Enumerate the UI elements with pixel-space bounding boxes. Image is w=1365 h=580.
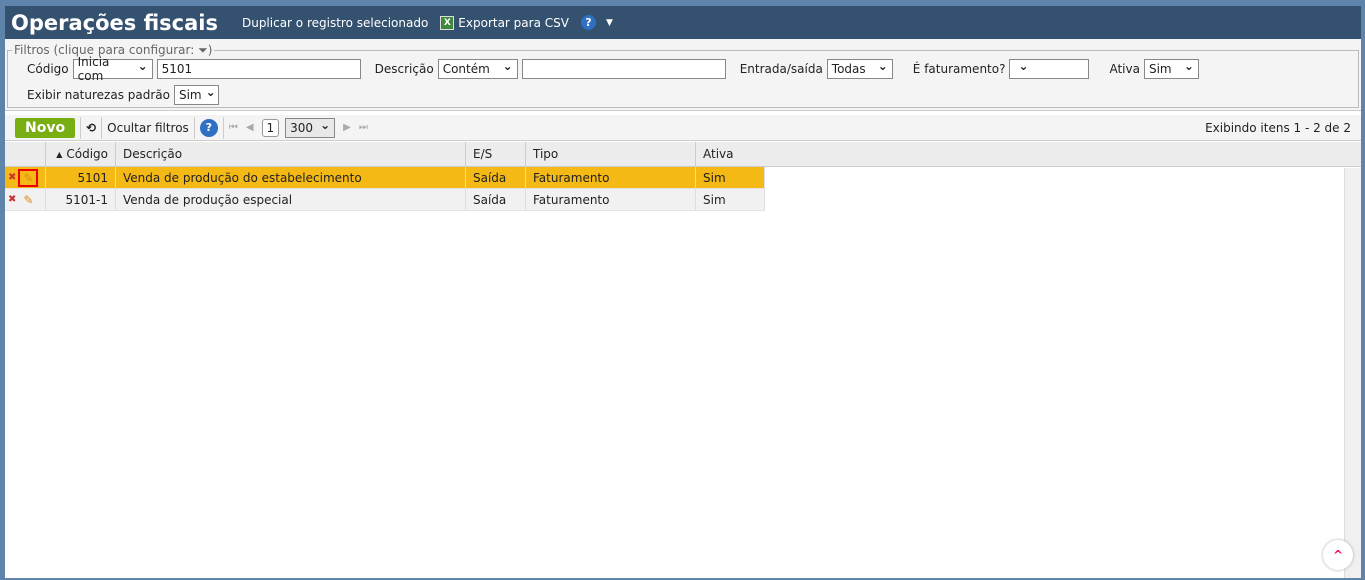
funnel-icon[interactable]: ⏷ <box>198 43 208 57</box>
col-ativa[interactable]: Ativa <box>696 142 1344 166</box>
page-number[interactable]: 1 <box>261 118 280 137</box>
cell-es: Saída <box>466 167 526 188</box>
filters-panel: Filtros (clique para configurar: ⏷) Códi… <box>5 39 1361 111</box>
col-es[interactable]: E/S <box>466 142 526 166</box>
cell-ativa: Sim <box>696 189 765 210</box>
vertical-scrollbar[interactable] <box>1344 168 1361 578</box>
last-page-icon[interactable]: ⏭ <box>359 122 368 133</box>
dropdown-icon[interactable]: ▼ <box>606 18 613 28</box>
excel-icon: X <box>440 15 455 30</box>
first-page-icon[interactable]: ⏮ <box>229 122 238 133</box>
cell-tipo: Faturamento <box>526 189 696 210</box>
faturamento-label: É faturamento? <box>912 62 1006 76</box>
next-page-icon[interactable]: ▶ <box>343 122 351 133</box>
legend-end: ) <box>207 43 213 57</box>
es-label: Entrada/saída <box>739 62 823 76</box>
page-title: Operações fiscais <box>11 10 218 35</box>
edit-icon[interactable]: ✎ <box>20 193 36 207</box>
table-row[interactable]: ✖ ✎ 5101-1 Venda de produção especial Saí… <box>5 189 765 211</box>
ativa-label: Ativa <box>1109 62 1140 76</box>
codigo-operator-select[interactable]: Inicia com <box>72 55 153 83</box>
cell-descricao: Venda de produção do estabelecimento <box>116 167 466 188</box>
descricao-label: Descrição <box>374 62 434 76</box>
window: Operações fiscais Duplicar o registro se… <box>5 6 1361 578</box>
cell-codigo: 5101-1 <box>46 189 116 210</box>
faturamento-select[interactable] <box>1009 59 1090 79</box>
export-csv-button[interactable]: X Exportar para CSV <box>440 15 569 30</box>
help-icon[interactable]: ? <box>199 118 218 137</box>
hide-filters-button[interactable]: Ocultar filtros <box>107 121 189 135</box>
edit-icon[interactable]: ✎ <box>18 168 39 187</box>
page-size-select[interactable]: 300 <box>285 117 336 138</box>
col-descricao[interactable]: Descrição <box>116 142 466 166</box>
refresh-icon[interactable]: ⟲ <box>86 121 96 135</box>
table-row[interactable]: ✖ ✎ 5101 Venda de produção do estabelecim… <box>5 167 765 189</box>
export-label: Exportar para CSV <box>458 15 569 30</box>
duplicate-button[interactable]: Duplicar o registro selecionado <box>242 16 428 30</box>
items-status: Exibindo itens 1 - 2 de 2 <box>1205 120 1351 135</box>
descricao-operator-select[interactable]: Contém <box>437 59 518 79</box>
cell-codigo: 5101 <box>46 167 116 188</box>
cell-tipo: Faturamento <box>526 167 696 188</box>
codigo-input[interactable]: 5101 <box>156 59 361 79</box>
cell-descricao: Venda de produção especial <box>116 189 466 210</box>
cell-ativa: Sim <box>696 167 765 188</box>
sort-asc-icon: ▲ <box>56 149 63 159</box>
col-label: Código <box>66 147 108 161</box>
delete-icon[interactable]: ✖ <box>8 194 16 205</box>
col-tipo[interactable]: Tipo <box>526 142 696 166</box>
grid-header: ▲ Código Descrição E/S Tipo Ativa <box>5 142 1361 167</box>
descricao-input[interactable] <box>521 59 726 79</box>
ativa-select[interactable]: Sim <box>1143 59 1199 79</box>
help-icon[interactable]: ? <box>580 15 596 30</box>
prev-page-icon[interactable]: ◀ <box>246 122 254 133</box>
padrao-select[interactable]: Sim <box>173 85 219 105</box>
clickup-icon[interactable]: ^ <box>1323 540 1353 570</box>
padrao-label: Exibir naturezas padrão <box>27 88 170 102</box>
codigo-label: Código <box>27 62 69 76</box>
col-codigo[interactable]: ▲ Código <box>46 142 116 166</box>
header: Operações fiscais Duplicar o registro se… <box>5 6 1361 39</box>
es-select[interactable]: Todas <box>826 59 893 79</box>
data-grid: ▲ Código Descrição E/S Tipo Ativa ✖ ✎ 5101… <box>5 142 1361 578</box>
cell-es: Saída <box>466 189 526 210</box>
new-button[interactable]: Novo <box>15 117 76 138</box>
delete-icon[interactable]: ✖ <box>8 172 16 183</box>
toolbar: Novo ⟲ Ocultar filtros ? ⏮ ◀ 1 300 ▶ ⏭ E… <box>5 115 1361 141</box>
